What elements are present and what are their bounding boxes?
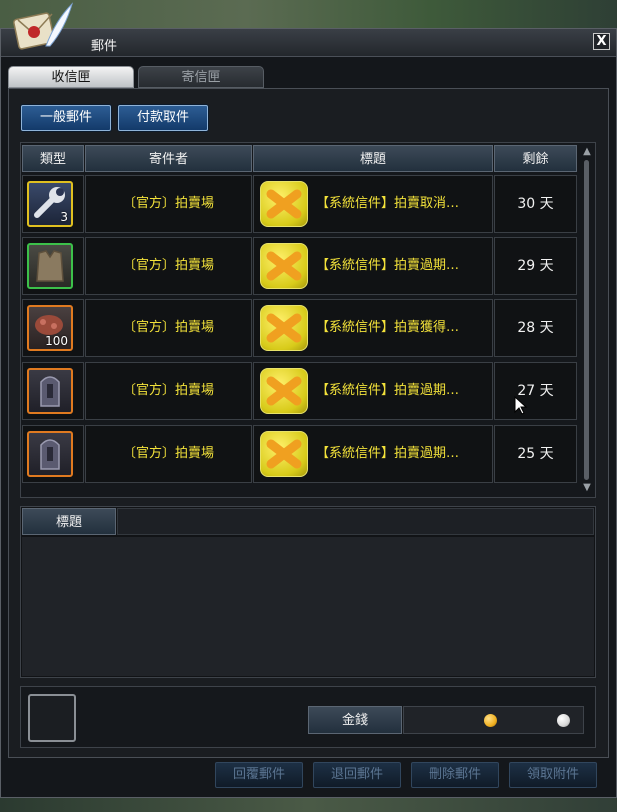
remaining-days: 28 天 bbox=[517, 320, 554, 336]
row-5-remaining-cell[interactable]: 25 天 bbox=[494, 425, 577, 483]
armor-vest-icon[interactable] bbox=[27, 243, 73, 289]
row-5-subject-cell[interactable]: 【系統信件】拍賣過期… bbox=[253, 425, 493, 483]
wrench-icon[interactable]: 3 bbox=[27, 181, 73, 227]
column-header-remaining: 剩餘 bbox=[494, 145, 577, 172]
row-2-remaining-cell[interactable]: 29 天 bbox=[494, 237, 577, 295]
system-mail-icon bbox=[260, 181, 308, 227]
row-4-remaining-cell[interactable]: 27 天 bbox=[494, 362, 577, 420]
remaining-days: 29 天 bbox=[517, 258, 554, 274]
scroll-down-arrow-icon[interactable]: ▼ bbox=[580, 482, 594, 494]
mail-glyph bbox=[266, 251, 302, 281]
row-5-type-cell[interactable] bbox=[22, 425, 84, 483]
silver-coin-icon bbox=[557, 714, 570, 727]
mail-glyph bbox=[266, 376, 302, 406]
tab-outbox[interactable]: 寄信匣 bbox=[138, 66, 264, 88]
column-header-sender: 寄件者 bbox=[85, 145, 252, 172]
tombstone-glyph bbox=[40, 439, 60, 470]
tombstone-glyph bbox=[40, 376, 60, 407]
system-mail-icon bbox=[260, 431, 308, 477]
sender-name: 〔官方〕拍賣場 bbox=[122, 258, 214, 273]
mail-glyph bbox=[266, 439, 302, 469]
system-mail-icon bbox=[260, 305, 308, 351]
vest-glyph bbox=[36, 250, 64, 282]
return-mail-button[interactable]: 退回郵件 bbox=[313, 762, 401, 788]
subject-text: 【系統信件】拍賣過期… bbox=[316, 446, 460, 461]
close-button[interactable]: X bbox=[593, 33, 610, 50]
row-1-remaining-cell[interactable]: 30 天 bbox=[494, 175, 577, 233]
row-4-type-cell[interactable] bbox=[22, 362, 84, 420]
money-field bbox=[403, 706, 584, 734]
subject-text: 【系統信件】拍賣取消… bbox=[316, 196, 460, 211]
row-5-sender-cell[interactable]: 〔官方〕拍賣場 bbox=[85, 425, 252, 483]
scroll-track[interactable] bbox=[584, 160, 589, 480]
mail-list-scrollbar[interactable]: ▲ ▼ bbox=[580, 146, 594, 494]
row-2-subject-cell[interactable]: 【系統信件】拍賣過期… bbox=[253, 237, 493, 295]
row-3-remaining-cell[interactable]: 28 天 bbox=[494, 299, 577, 357]
row-3-type-cell[interactable]: 100 bbox=[22, 299, 84, 357]
tombstone-icon[interactable] bbox=[27, 431, 73, 477]
delete-mail-button[interactable]: 刪除郵件 bbox=[411, 762, 499, 788]
row-4-subject-cell[interactable]: 【系統信件】拍賣過期… bbox=[253, 362, 493, 420]
detail-subject-value bbox=[117, 508, 594, 535]
remaining-days: 27 天 bbox=[517, 383, 554, 399]
remaining-days: 30 天 bbox=[517, 196, 554, 212]
mail-glyph bbox=[266, 189, 302, 219]
subject-text: 【系統信件】拍賣過期… bbox=[316, 258, 460, 273]
scroll-up-arrow-icon[interactable]: ▲ bbox=[580, 146, 594, 158]
sender-name: 〔官方〕拍賣場 bbox=[122, 196, 214, 211]
sender-name: 〔官方〕拍賣場 bbox=[122, 320, 214, 335]
attachment-slot[interactable] bbox=[28, 694, 76, 742]
cod-mail-button[interactable]: 付款取件 bbox=[118, 105, 208, 131]
subject-text: 【系統信件】拍賣過期… bbox=[316, 383, 460, 398]
mail-body bbox=[22, 537, 594, 676]
sender-name: 〔官方〕拍賣場 bbox=[122, 446, 214, 461]
window-title: 郵件 bbox=[91, 39, 118, 54]
system-mail-icon bbox=[260, 243, 308, 289]
money-label: 金錢 bbox=[308, 706, 402, 734]
tab-inbox[interactable]: 收信匣 bbox=[8, 66, 134, 88]
row-1-type-cell[interactable]: 3 bbox=[22, 175, 84, 233]
mouse-cursor-icon bbox=[514, 396, 528, 415]
item-count: 100 bbox=[45, 334, 68, 348]
ore-icon[interactable]: 100 bbox=[27, 305, 73, 351]
take-attachment-button[interactable]: 領取附件 bbox=[509, 762, 597, 788]
row-1-sender-cell[interactable]: 〔官方〕拍賣場 bbox=[85, 175, 252, 233]
row-2-sender-cell[interactable]: 〔官方〕拍賣場 bbox=[85, 237, 252, 295]
general-mail-button[interactable]: 一般郵件 bbox=[21, 105, 111, 131]
row-3-sender-cell[interactable]: 〔官方〕拍賣場 bbox=[85, 299, 252, 357]
column-header-subject: 標題 bbox=[253, 145, 493, 172]
reply-mail-button[interactable]: 回覆郵件 bbox=[215, 762, 303, 788]
mail-logo-icon bbox=[13, 2, 74, 50]
item-count: 3 bbox=[60, 210, 68, 224]
row-3-subject-cell[interactable]: 【系統信件】拍賣獲得… bbox=[253, 299, 493, 357]
row-2-type-cell[interactable] bbox=[22, 237, 84, 295]
mail-glyph bbox=[266, 313, 302, 343]
sender-name: 〔官方〕拍賣場 bbox=[122, 383, 214, 398]
subject-text: 【系統信件】拍賣獲得… bbox=[316, 320, 460, 335]
row-1-subject-cell[interactable]: 【系統信件】拍賣取消… bbox=[253, 175, 493, 233]
title-bar[interactable]: 郵件 X bbox=[1, 29, 616, 57]
column-header-type: 類型 bbox=[22, 145, 84, 172]
detail-subject-label: 標題 bbox=[22, 508, 116, 535]
tombstone-icon[interactable] bbox=[27, 368, 73, 414]
remaining-days: 25 天 bbox=[517, 446, 554, 462]
system-mail-icon bbox=[260, 368, 308, 414]
row-4-sender-cell[interactable]: 〔官方〕拍賣場 bbox=[85, 362, 252, 420]
gold-coin-icon bbox=[484, 714, 497, 727]
